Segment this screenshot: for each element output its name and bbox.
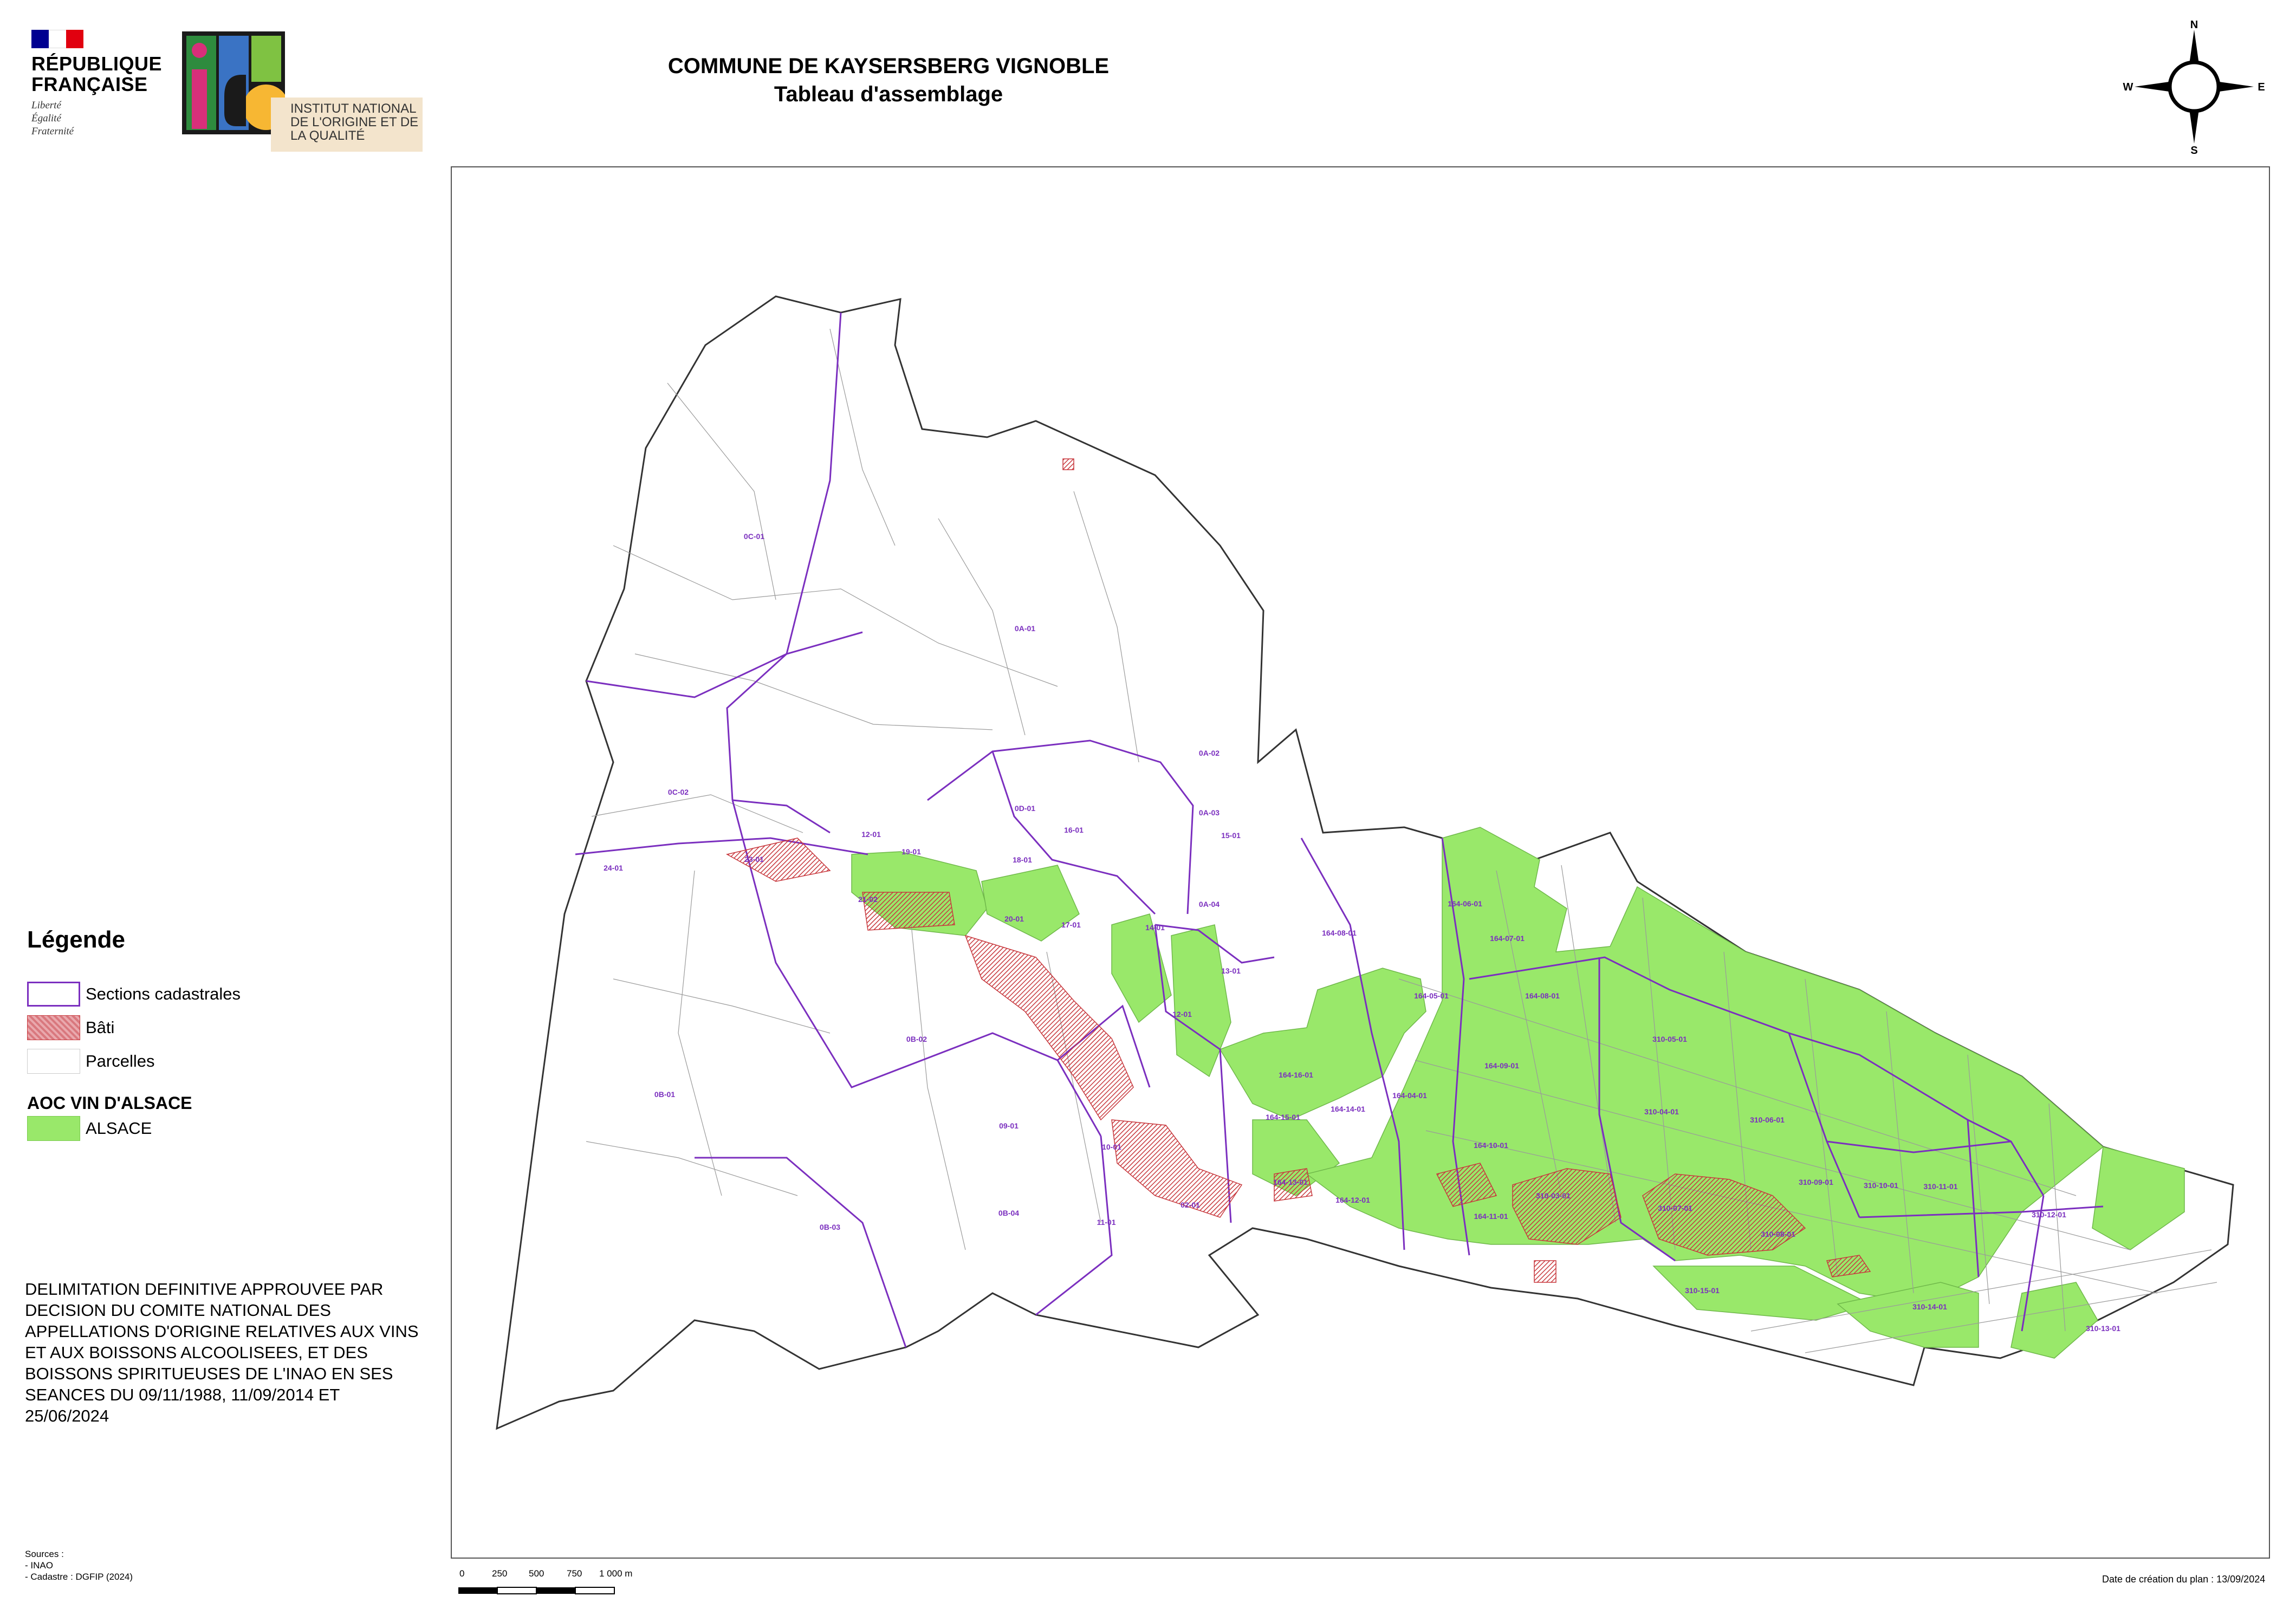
section-label: 310-09-01 — [1799, 1178, 1833, 1186]
section-label: 310-05-01 — [1652, 1035, 1687, 1043]
scale-tick-0: 0 — [459, 1568, 464, 1579]
section-label: 310-11-01 — [1923, 1182, 1957, 1191]
decision-text: DELIMITATION DEFINITIVE APPROUVEE PAR DE… — [25, 1280, 419, 1425]
map-subtitle: Tableau d'assemblage — [774, 82, 1003, 106]
section-label: 0B-02 — [906, 1035, 927, 1043]
legend-label-bati: Bâti — [86, 1018, 115, 1037]
republique-line2: FRANÇAISE — [31, 73, 148, 95]
section-label: 164-04-01 — [1392, 1091, 1427, 1100]
section-label: 17-01 — [1061, 920, 1081, 929]
compass-e: E — [2258, 81, 2265, 93]
republique-line1: RÉPUBLIQUE — [31, 53, 163, 75]
scale-tick-250: 250 — [492, 1568, 507, 1579]
compass-rose-icon: N S W E — [2123, 19, 2265, 157]
scale-tick-500: 500 — [529, 1568, 544, 1579]
scale-bar: 0 250 500 750 1 000 m — [458, 1568, 632, 1594]
section-label: 0A-04 — [1199, 900, 1220, 909]
section-label: 164-10-01 — [1474, 1141, 1508, 1150]
compass-n: N — [2190, 19, 2198, 31]
section-label: 0B-01 — [654, 1090, 675, 1099]
section-label: 18-01 — [1013, 855, 1032, 864]
section-label: 16-01 — [1064, 826, 1084, 834]
scale-tick-1000: 1 000 m — [599, 1568, 632, 1579]
section-label: 0D-01 — [1015, 804, 1035, 813]
legend-item-alsace: ALSACE — [27, 1115, 152, 1142]
section-label: 164-08-01 — [1322, 929, 1357, 937]
section-label: 310-07-01 — [1658, 1204, 1692, 1212]
section-label: 310-06-01 — [1750, 1115, 1785, 1124]
legend-item-bati: Bâti — [27, 1014, 114, 1041]
section-label: 0A-02 — [1199, 749, 1220, 757]
section-label: 21-02 — [858, 895, 878, 904]
legend-label-alsace: ALSACE — [86, 1119, 152, 1138]
section-label: 164-15-01 — [1266, 1113, 1300, 1121]
section-label: 310-03-01 — [1536, 1191, 1571, 1200]
legend-swatch-alsace — [27, 1116, 80, 1141]
section-label: 23-01 — [744, 855, 764, 864]
section-label: 310-04-01 — [1644, 1107, 1679, 1116]
section-label: 19-01 — [901, 847, 921, 856]
section-label: 310-14-01 — [1912, 1302, 1947, 1311]
legend-swatch-sections — [27, 982, 80, 1007]
section-label: 14-01 — [1145, 923, 1165, 932]
section-label: 0C-01 — [744, 532, 764, 541]
section-label: 164-08-01 — [1525, 991, 1560, 1000]
creation-date: Date de création du plan : 13/09/2024 — [2102, 1574, 2266, 1585]
section-label: 20-01 — [1004, 914, 1024, 923]
section-label: 164-12-01 — [1335, 1196, 1370, 1204]
section-label: 0B-03 — [820, 1223, 840, 1231]
republique-francaise-logo: RÉPUBLIQUE FRANÇAISE Liberté Égalité Fra… — [31, 30, 172, 138]
inao-name: INSTITUT NATIONAL DE L'ORIGINE ET DE LA … — [290, 101, 419, 143]
inao-logo-icon — [182, 31, 285, 134]
section-label: 09-01 — [999, 1121, 1019, 1130]
republique-motto: Liberté Égalité Fraternité — [31, 100, 74, 137]
section-label: 164-11-01 — [1474, 1212, 1508, 1221]
sources-text: Sources : - INAO - Cadastre : DGFIP (202… — [25, 1549, 133, 1582]
legend-label-parcelles: Parcelles — [86, 1052, 155, 1070]
section-label: 310-08-01 — [1761, 1230, 1795, 1238]
section-label: 0A-03 — [1199, 808, 1220, 817]
compass-w: W — [2123, 81, 2133, 93]
section-label: 164-14-01 — [1331, 1105, 1365, 1113]
legend-swatch-bati — [27, 1015, 80, 1040]
legend-swatch-parcelles — [27, 1049, 80, 1074]
section-label: 164-05-01 — [1414, 991, 1449, 1000]
legend-item-parcelles: Parcelles — [27, 1048, 155, 1075]
section-label: 11-01 — [1097, 1218, 1115, 1227]
section-label: 0A-01 — [1015, 624, 1035, 633]
section-label: 0B-04 — [998, 1209, 1019, 1217]
scale-tick-750: 750 — [567, 1568, 582, 1579]
legend-item-sections: Sections cadastrales — [27, 981, 241, 1008]
section-label: 164-09-01 — [1484, 1061, 1519, 1070]
section-label: 310-15-01 — [1685, 1286, 1720, 1295]
legend-aoc-title: AOC VIN D'ALSACE — [27, 1093, 192, 1113]
french-flag-icon — [31, 30, 83, 48]
map-title: COMMUNE DE KAYSERSBERG VIGNOBLE — [667, 54, 1110, 78]
section-label: 12-01 — [1172, 1010, 1192, 1018]
section-label: 10-01 — [1102, 1143, 1121, 1151]
compass-s: S — [2190, 145, 2197, 157]
section-label: 164-16-01 — [1279, 1070, 1313, 1079]
section-label: 0C-02 — [668, 788, 689, 796]
section-label: 164-07-01 — [1490, 934, 1525, 943]
section-label: 310-10-01 — [1864, 1181, 1898, 1190]
cadastral-map[interactable]: 0C-01 0A-01 0A-02 0C-02 0D-01 0A-03 0A-04 12-01… — [451, 166, 2270, 1559]
section-label: 310-12-01 — [2032, 1210, 2066, 1219]
section-label: 12-01 — [861, 830, 881, 839]
republique-francaise-name: RÉPUBLIQUE FRANÇAISE — [31, 54, 172, 95]
section-label: 164-13-01 — [1273, 1178, 1308, 1186]
section-label: 164-06-01 — [1448, 899, 1482, 908]
section-label: 310-13-01 — [2086, 1324, 2120, 1333]
legend-title: Légende — [27, 926, 125, 953]
section-label: 15-01 — [1221, 831, 1241, 840]
section-label: 13-01 — [1221, 966, 1241, 975]
section-label: 24-01 — [604, 864, 623, 872]
section-label: 02-01 — [1181, 1201, 1200, 1209]
legend-label-sections: Sections cadastrales — [86, 984, 241, 1003]
